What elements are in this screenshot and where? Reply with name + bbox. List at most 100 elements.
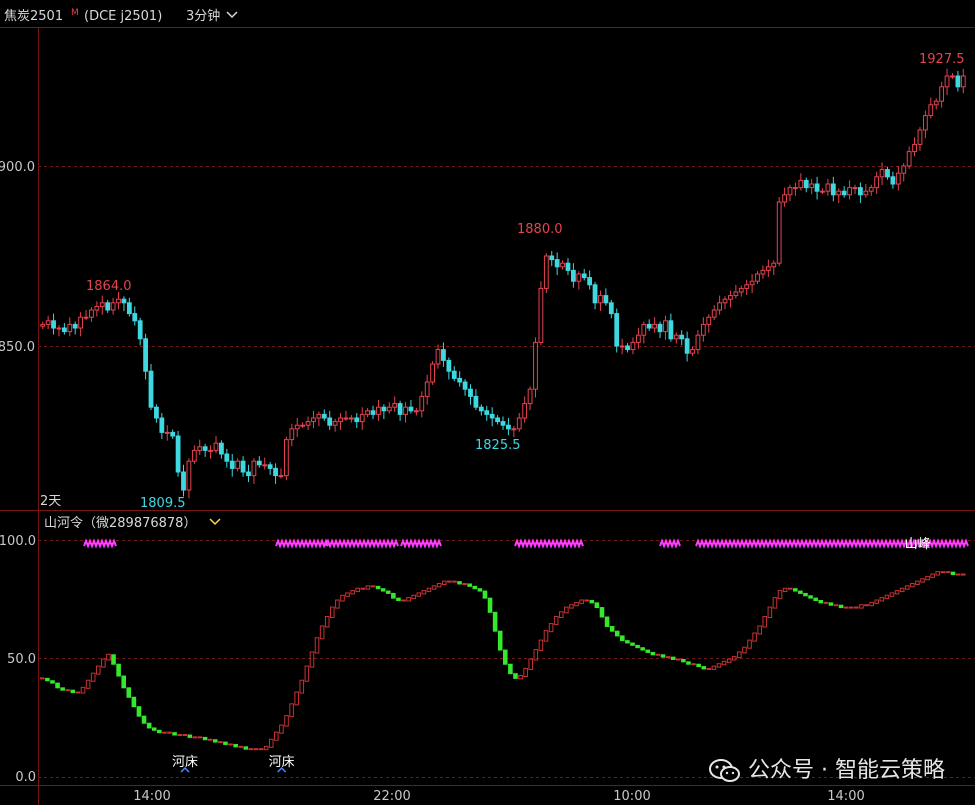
candle-body	[478, 406, 484, 412]
candle-body	[408, 406, 414, 412]
indicator-bar-up	[737, 651, 742, 659]
time-tick-label: 10:00	[613, 789, 650, 804]
candle-body	[895, 172, 901, 185]
indicator-bar-down	[808, 595, 813, 599]
indicator-bar-down	[457, 581, 462, 585]
indicator-bar-up	[462, 582, 467, 585]
candle-body	[706, 316, 712, 325]
instrument-name[interactable]: 焦炭2501	[4, 9, 63, 24]
indicator-name[interactable]: 山河令（微289876878）	[44, 516, 196, 531]
candle-body	[235, 460, 241, 469]
candle-body	[944, 75, 950, 88]
candle-body	[126, 302, 132, 315]
indicator-bar-up	[960, 573, 966, 576]
candle-body	[343, 417, 349, 420]
indicator-bar-down	[625, 640, 630, 644]
indicator-bar-up	[579, 599, 584, 604]
candle-body	[424, 381, 430, 397]
indicator-bar-down	[686, 661, 691, 665]
candle-body	[922, 115, 928, 131]
candle-body	[549, 255, 555, 261]
candle-body	[933, 100, 939, 106]
indicator-bar-up	[207, 738, 213, 741]
candle-body	[175, 435, 181, 473]
candle-body	[836, 190, 842, 196]
indicator-bar-down	[151, 727, 157, 731]
candle-body	[543, 255, 549, 289]
period-selector[interactable]: 3分钟	[186, 8, 220, 24]
candle-body	[311, 417, 316, 423]
indicator-bar-up	[340, 594, 345, 602]
price-annotation-high: 1864.0	[86, 279, 132, 294]
indicator-bar-up	[548, 623, 554, 633]
candle-body	[619, 345, 625, 348]
indicator-bar-down	[640, 647, 645, 651]
indicator-bar-up	[330, 606, 335, 619]
indicator-series	[40, 571, 966, 751]
indicator-bar-up	[192, 736, 198, 739]
candle-body	[711, 309, 717, 318]
candle-body	[61, 327, 67, 333]
candle-body	[506, 424, 511, 430]
candle-body	[305, 421, 311, 426]
candle-body	[809, 183, 815, 189]
indicator-bar-up	[238, 745, 244, 748]
candle-body	[598, 295, 603, 304]
indicator-bar-up	[365, 585, 371, 590]
indicator-bar-up	[253, 748, 259, 751]
candle-body	[186, 460, 192, 491]
indicator-bar-down	[55, 682, 60, 689]
watermark: 公众号 · 智能云策略	[708, 752, 945, 784]
candle-body	[197, 446, 203, 451]
candle-body	[765, 266, 771, 271]
indicator-bar-up	[833, 604, 839, 607]
indicator-bar-down	[696, 663, 701, 668]
indicator-tick-label: 100.0	[0, 534, 36, 549]
candle-body	[419, 395, 425, 412]
indicator-bar-up	[772, 597, 778, 609]
signal-zigzag	[659, 538, 681, 549]
candle-body	[663, 320, 668, 333]
peak-label: 山峰	[905, 537, 931, 552]
indicator-bar-up	[869, 601, 874, 607]
candle-body	[72, 323, 78, 329]
indicator-bar-down	[375, 585, 381, 590]
indicator-bar-up	[752, 632, 757, 642]
indicator-bar-up	[197, 736, 203, 739]
candle-body	[468, 388, 473, 397]
indicator-bar-up	[955, 573, 961, 576]
price-tick-label: 850.0	[0, 340, 35, 355]
indicator-bar-up	[90, 672, 96, 682]
chevron-down-icon[interactable]	[209, 518, 221, 526]
candle-body	[825, 183, 831, 192]
candlestick-series	[40, 68, 966, 499]
indicator-bar-up	[177, 734, 182, 737]
candle-body	[94, 305, 100, 311]
indicator-bar-up	[553, 616, 559, 626]
candle-body	[803, 179, 809, 189]
indicator-bar-up	[716, 663, 722, 668]
candle-body	[430, 363, 435, 383]
indicator-bar-down	[172, 732, 177, 736]
indicator-bar-down	[650, 651, 656, 656]
indicator-bar-up	[665, 656, 671, 659]
indicator-bar-up	[864, 604, 869, 607]
indicator-bar-down	[681, 659, 686, 663]
candle-body	[56, 327, 62, 330]
indicator-bar-up	[324, 616, 330, 628]
candle-body	[105, 302, 111, 311]
chevron-down-icon[interactable]	[226, 11, 238, 19]
candle-body	[771, 262, 777, 268]
indicator-tick-label: 0.0	[15, 770, 36, 785]
indicator-bar-up	[706, 667, 712, 670]
indicator-bar-down	[472, 585, 478, 590]
indicator-bar-up	[299, 679, 305, 694]
indicator-bar-down	[604, 616, 610, 627]
indicator-bar-down	[385, 590, 391, 594]
candle-body	[403, 406, 408, 415]
indicator-bar-up	[294, 691, 299, 706]
candle-body	[321, 413, 327, 419]
candle-body	[863, 190, 869, 196]
indicator-bar-down	[798, 590, 803, 594]
candle-body	[511, 428, 517, 431]
